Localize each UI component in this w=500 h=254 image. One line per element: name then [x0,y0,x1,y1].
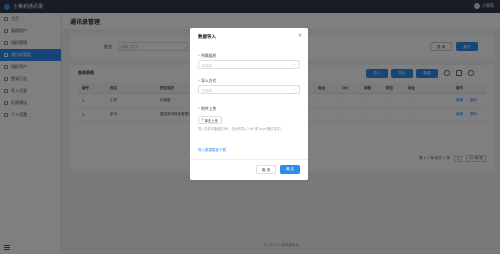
chevron-down-icon: ⌄ [293,62,296,66]
ok-button[interactable]: 确 定 [280,165,300,174]
divider [190,159,308,160]
method-field-label: * 导入方式 [198,78,217,83]
import-dialog: 数据导入 ✕ * 所属组织 请选择 ⌄ * 导入方式 请选择 ⌄ * 附件上传 ⤒ 单… [190,28,308,180]
org-field-label: * 所属组织 [198,53,217,58]
close-icon[interactable]: ✕ [298,33,302,39]
upload-button[interactable]: ⤒ 单击上传 [198,116,222,124]
cancel-button[interactable]: 取 消 [256,165,276,174]
chevron-down-icon: ⌄ [293,87,296,91]
upload-tip: 导入文件不能超过5M，仅允许导入"xls"或"xlsx"格式文件！ [198,127,284,131]
org-select[interactable]: 请选择 ⌄ [198,60,300,69]
dialog-title: 数据导入 [198,35,216,40]
upload-icon: ⤒ [202,118,204,122]
file-field-label: * 附件上传 [198,106,217,111]
method-select[interactable]: 请选择 ⌄ [198,85,300,94]
template-download-link[interactable]: 导入数据模板下载 [198,148,226,153]
